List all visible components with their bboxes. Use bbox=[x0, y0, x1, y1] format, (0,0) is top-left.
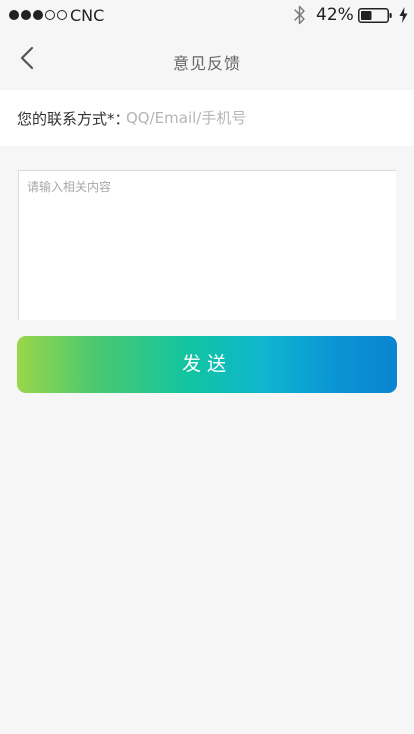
signal-dot bbox=[57, 10, 67, 20]
signal-dot bbox=[33, 10, 43, 20]
contact-input[interactable] bbox=[126, 104, 396, 132]
battery-percentage: 42% bbox=[316, 5, 354, 25]
charging-bolt-icon bbox=[399, 7, 408, 23]
contact-label: 您的联系方式*： bbox=[17, 110, 130, 128]
signal-strength-icon bbox=[9, 10, 67, 21]
send-button[interactable]: 发送 bbox=[17, 336, 397, 393]
signal-dot bbox=[21, 10, 31, 20]
feedback-content-input[interactable] bbox=[19, 171, 396, 320]
page-title: 意见反馈 bbox=[172, 54, 241, 73]
signal-dot bbox=[45, 10, 55, 20]
battery-icon bbox=[358, 8, 392, 23]
feedback-content-box bbox=[18, 170, 396, 320]
status-bar: CNC 42% bbox=[0, 0, 414, 30]
signal-dot bbox=[9, 10, 19, 20]
contact-row: 您的联系方式*： bbox=[0, 90, 414, 146]
carrier-name: CNC bbox=[70, 6, 105, 25]
bluetooth-icon bbox=[294, 5, 305, 25]
nav-bar: 意见反馈 bbox=[0, 30, 414, 90]
